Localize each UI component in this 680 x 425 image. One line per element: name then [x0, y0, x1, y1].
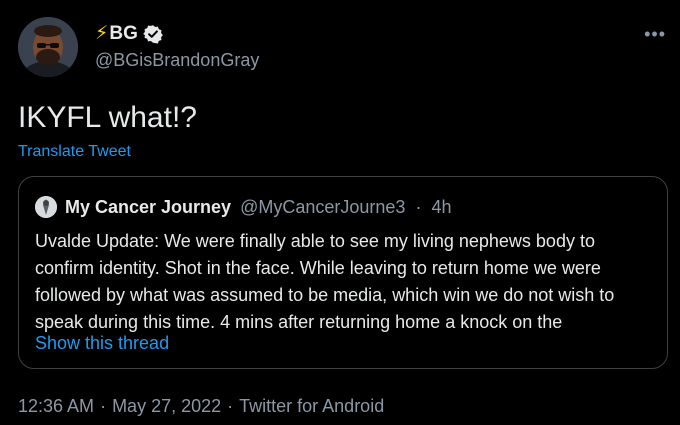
quoted-text-line: speak during this time. 4 mins after ret…: [35, 312, 563, 332]
quoted-time[interactable]: 4h: [431, 197, 451, 217]
quoted-text: Uvalde Update: We were finally able to s…: [35, 228, 660, 336]
author-display-name: BG: [109, 22, 138, 44]
quoted-text-line: followed by what was assumed to be media…: [35, 285, 615, 305]
author-name[interactable]: ⚡ BG: [95, 22, 163, 45]
avatar-image: [18, 17, 78, 77]
translate-tweet-link[interactable]: Translate Tweet: [18, 143, 131, 161]
quoted-handle[interactable]: @MyCancerJourne3: [240, 197, 405, 217]
quoted-separator: ·: [415, 197, 422, 217]
show-thread-link[interactable]: Show this thread: [35, 333, 169, 354]
quoted-header: My Cancer Journey @MyCancerJourne3 · 4h: [65, 197, 451, 218]
author-handle[interactable]: @BGisBrandonGray: [95, 50, 259, 71]
quoted-display-name[interactable]: My Cancer Journey: [65, 197, 231, 217]
quoted-tweet-card[interactable]: My Cancer Journey @MyCancerJourne3 · 4h …: [18, 176, 668, 369]
tweet-source[interactable]: Twitter for Android: [239, 396, 384, 416]
verified-badge-icon: [143, 24, 163, 44]
tweet-date[interactable]: May 27, 2022: [112, 396, 221, 416]
tweet-time[interactable]: 12:36 AM: [18, 396, 94, 416]
tweet-meta: 12:36 AM · May 27, 2022 · Twitter for Androi…: [18, 396, 384, 417]
quoted-text-line: Uvalde Update: We were finally able to s…: [35, 231, 595, 251]
tweet-text: IKYFL what!?: [18, 101, 197, 134]
quoted-avatar[interactable]: [35, 196, 57, 218]
meta-separator: ·: [100, 396, 107, 416]
lightning-bolt-emoji: ⚡: [95, 23, 109, 44]
quoted-text-line: confirm identity. Shot in the face. Whil…: [35, 258, 601, 278]
avatar[interactable]: [18, 17, 78, 77]
quoted-avatar-image: [35, 196, 57, 218]
meta-separator: ·: [227, 396, 234, 416]
more-horizontal-icon[interactable]: •••: [644, 24, 666, 45]
